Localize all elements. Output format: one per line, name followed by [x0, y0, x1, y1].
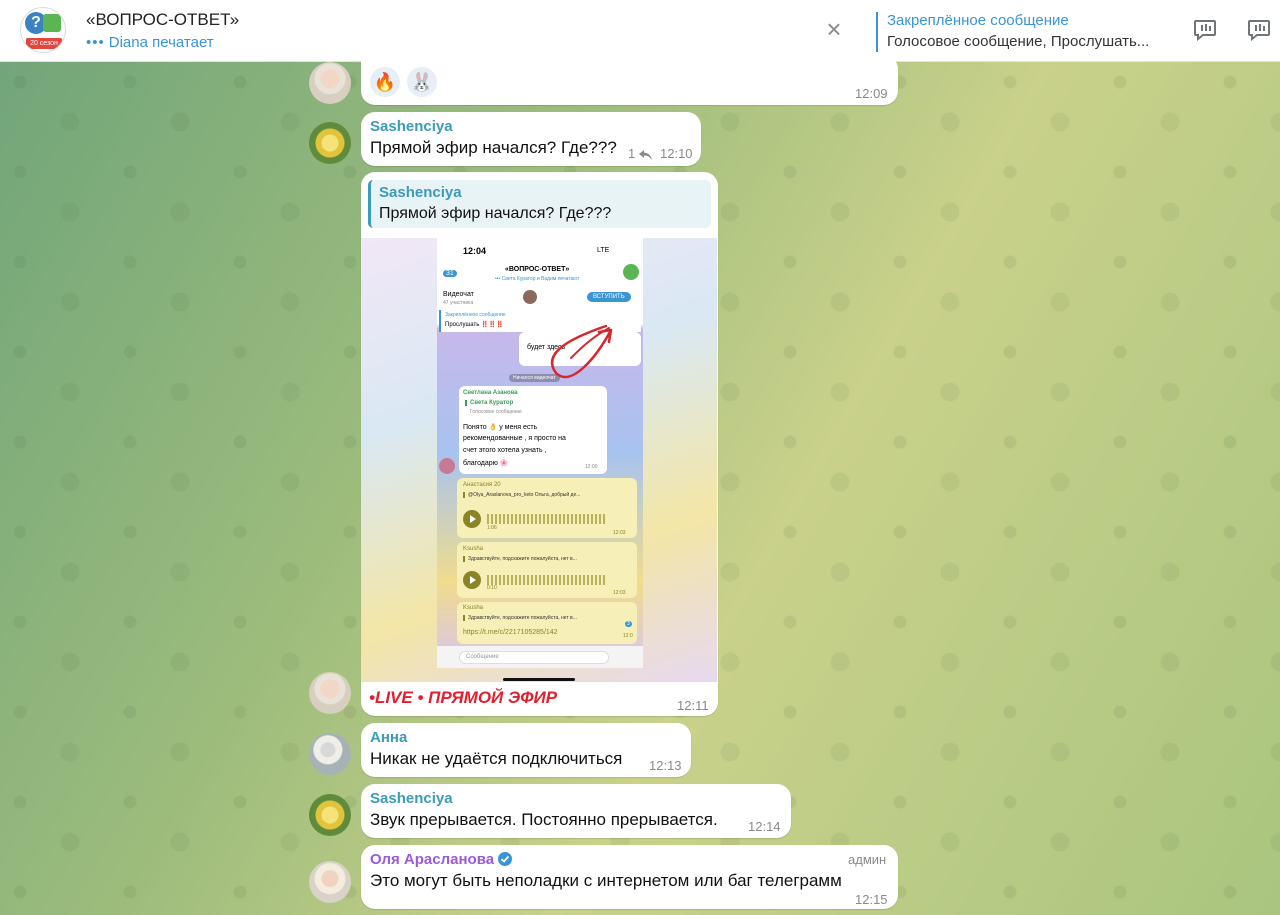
phone-msg-time: 12:00	[585, 464, 598, 470]
phone-waveform	[487, 514, 607, 524]
phone-voice-time: 12:03	[613, 530, 626, 536]
phone-msg-line: рекомендованные , я просто на	[463, 435, 566, 442]
live-caption: •LIVE • ПРЯМОЙ ЭФИР	[369, 688, 558, 707]
reply-count-value: 1	[628, 146, 636, 161]
phone-pinned-text: Прослушать ‼️‼️‼️	[445, 322, 504, 328]
phone-voice-sender: Анастасия 20	[463, 482, 501, 488]
message-time: 12:13	[649, 758, 682, 773]
verified-icon	[498, 852, 512, 866]
reply-arrow-icon	[638, 149, 652, 160]
pinned-text: Голосовое сообщение, Прослушать...	[887, 33, 1150, 50]
message-text: Это могут быть неполадки с интернетом ил…	[370, 871, 842, 890]
chat-avatar[interactable]: ? 20 сезон	[20, 7, 66, 53]
reply-quote[interactable]: Sashenciya Прямой эфир начался? Где???	[368, 180, 711, 228]
phone-link: https://t.me/c/2217105285/142	[463, 629, 558, 636]
phone-sender-avatar	[439, 458, 455, 474]
reaction-bunny[interactable]: 🐰	[407, 67, 437, 97]
phone-voice-duration: 0:10	[487, 585, 497, 591]
phone-link-sender: Ksusha	[463, 605, 484, 611]
phone-input-placeholder: Сообщение	[459, 651, 609, 664]
phone-msg-line: Понято 👌 у меня есть	[463, 424, 538, 431]
sender-name[interactable]: Sashenciya	[370, 118, 453, 135]
reaction-fire[interactable]: 🔥	[370, 67, 400, 97]
red-arrow-scribble-icon	[550, 324, 613, 379]
phone-participant-avatar	[523, 290, 537, 304]
phone-msg-quote-text: Голосовое сообщение	[470, 409, 522, 415]
message-bubble: Анна Никак не удаётся подключиться 12:13	[361, 723, 691, 777]
phone-back-count: 31	[443, 270, 457, 277]
phone-videochat: Видеочат	[443, 291, 474, 298]
sender-name[interactable]: Анна	[370, 729, 407, 746]
sender-name[interactable]: Оля Арасланова	[370, 851, 494, 868]
phone-voice-sender: Ksusha	[463, 546, 484, 552]
phone-msg-line: счет этого хотела узнать ,	[463, 447, 547, 454]
message-text: Никак не удаётся подключиться	[370, 749, 623, 768]
phone-unread-badge: 3	[625, 621, 632, 627]
phone-link-time: 12:0	[623, 633, 633, 639]
phone-screenshot: 12:04 LTE 31 «ВОПРОС-ОТВЕТ» ••• Света Ку…	[437, 238, 643, 668]
message-bubble: Sashenciya Звук прерывается. Постоянно п…	[361, 784, 791, 838]
typing-status: ••• Diana печатает	[86, 34, 214, 51]
phone-voice-quote: @Olya_Araslanova_pro_keto Ольга, добрый …	[463, 492, 580, 498]
phone-pinned-title: Закреплённое сообщение	[445, 312, 506, 318]
sender-avatar[interactable]	[309, 733, 351, 775]
phone-participants: 47 участника	[443, 300, 474, 306]
message-time: 12:09	[855, 86, 888, 101]
phone-chat-title: «ВОПРОС-ОТВЕТ»	[505, 266, 570, 273]
message-text: Прямой эфир начался? Где???	[370, 138, 617, 157]
message-text: Звук прерывается. Постоянно прерывается.	[370, 810, 718, 829]
phone-chat-avatar	[623, 264, 639, 280]
phone-voice-quote: Здравствуйте, подскажите пожалуйста, нет…	[463, 556, 577, 562]
phone-link-quote: Здравствуйте, подскажите пожалуйста, нет…	[463, 615, 577, 621]
video-chat-icon[interactable]	[1193, 19, 1217, 42]
phone-waveform	[487, 575, 607, 585]
message-time: 12:10	[660, 146, 693, 161]
phone-msg-line: благодарю 🌸	[463, 460, 509, 467]
close-pinned-button[interactable]: ×	[822, 16, 846, 42]
phone-join-button: ВСТУПИТЬ	[587, 292, 631, 302]
message-time: 12:15	[855, 892, 888, 907]
phone-msg-quote-sender: Света Куратор	[465, 400, 513, 406]
phone-voice-time: 12:03	[613, 590, 626, 596]
phone-chat-subtitle: ••• Света Куратор и Вадим печатают	[495, 276, 580, 282]
sender-avatar[interactable]	[309, 861, 351, 903]
chat-title[interactable]: «ВОПРОС-ОТВЕТ»	[86, 10, 239, 30]
admin-badge: админ	[848, 852, 887, 867]
message-time: 12:14	[748, 819, 781, 834]
phone-link-card	[457, 602, 637, 644]
message-bubble: Sashenciya Прямой эфир начался? Где??? 1…	[361, 112, 701, 166]
video-chat-icon[interactable]	[1247, 19, 1271, 42]
sender-name[interactable]: Sashenciya	[370, 790, 453, 807]
phone-play-icon	[463, 571, 481, 589]
phone-voice-card	[457, 542, 637, 598]
sender-avatar[interactable]	[309, 122, 351, 164]
reply-count[interactable]: 1	[628, 146, 653, 161]
reply-text: Прямой эфир начался? Где???	[379, 205, 612, 222]
sender-avatar[interactable]	[309, 672, 351, 714]
sender-avatar[interactable]	[309, 62, 351, 104]
phone-status-net: LTE	[597, 247, 610, 254]
chat-header: ? 20 сезон «ВОПРОС-ОТВЕТ» ••• Diana печат…	[0, 0, 1280, 62]
logo-box-icon	[43, 14, 61, 32]
phone-msg-sender: Светлана Азанова	[463, 390, 518, 396]
phone-status-time: 12:04	[463, 246, 487, 256]
home-indicator	[503, 678, 575, 681]
reply-sender: Sashenciya	[379, 184, 462, 201]
message-time: 12:11	[677, 698, 709, 713]
season-badge: 20 сезон	[26, 38, 62, 49]
pinned-title: Закреплённое сообщение	[887, 12, 1069, 29]
typing-dots-icon: •••	[86, 34, 105, 51]
sender-avatar[interactable]	[309, 794, 351, 836]
message-bubble: 🔥 🐰 12:09	[361, 55, 898, 105]
message-bubble: Оля Арасланова админ Это могут быть непо…	[361, 845, 898, 909]
pinned-message-bar[interactable]: Закреплённое сообщение Голосовое сообщен…	[876, 12, 1166, 52]
attached-screenshot[interactable]: 12:04 LTE 31 «ВОПРОС-ОТВЕТ» ••• Света Ку…	[361, 238, 717, 682]
typing-status-text: Diana печатает	[108, 34, 214, 51]
phone-play-icon	[463, 510, 481, 528]
phone-voice-duration: 1:06	[487, 525, 497, 531]
